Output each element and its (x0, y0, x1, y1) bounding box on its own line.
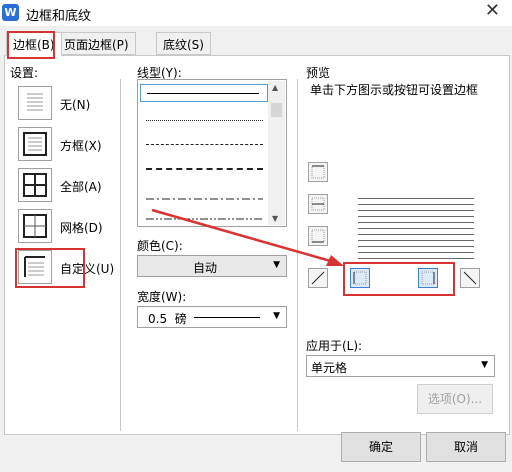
setting-all-label[interactable]: 全部(A) (60, 178, 102, 195)
close-icon[interactable]: ✕ (485, 0, 500, 21)
solid-line-option[interactable] (147, 93, 259, 94)
setting-none-label[interactable]: 无(N) (60, 96, 90, 113)
width-label: 宽度(W): (137, 290, 187, 304)
width-dropdown[interactable]: 0.5 磅 ▼ (137, 306, 287, 328)
scroll-thumb[interactable] (271, 103, 282, 117)
right-border-button[interactable] (418, 268, 438, 288)
app-icon: W (2, 4, 19, 21)
apply-to-label: 应用于(L): (306, 339, 363, 353)
width-value: 0.5 磅 (148, 312, 187, 326)
selected-line-style[interactable] (140, 84, 268, 102)
chevron-down-icon: ▼ (273, 311, 280, 321)
apply-to-dropdown[interactable]: 单元格 ▼ (306, 355, 495, 377)
grid-border-icon[interactable] (18, 209, 52, 243)
preview-page[interactable] (358, 198, 474, 260)
diagonal-up-border-button[interactable] (308, 268, 328, 288)
scroll-down-icon[interactable]: ▼ (272, 214, 278, 223)
apply-to-value: 单元格 (311, 361, 348, 375)
box-border-icon[interactable] (18, 127, 52, 161)
diagonal-down-border-button[interactable] (460, 268, 480, 288)
window-title: 边框和底纹 (26, 9, 92, 24)
setting-box-label[interactable]: 方框(X) (60, 137, 102, 154)
preview-label: 预览 (306, 66, 331, 80)
inside-horizontal-border-button[interactable] (308, 194, 328, 214)
chevron-down-icon: ▼ (273, 260, 280, 270)
color-value: 自动 (193, 261, 218, 275)
left-border-button[interactable] (350, 268, 370, 288)
title-bar: W 边框和底纹 ✕ (0, 0, 512, 26)
divider-right (297, 79, 298, 431)
bottom-border-button[interactable] (308, 226, 328, 246)
settings-label: 设置: (10, 66, 39, 80)
custom-border-icon[interactable] (18, 250, 52, 284)
tab-border[interactable]: 边框(B) (6, 32, 62, 56)
none-border-icon[interactable] (18, 86, 52, 120)
chevron-down-icon: ▼ (481, 360, 488, 370)
top-border-button[interactable] (308, 162, 328, 182)
line-style-list[interactable]: ▲ ▼ (137, 79, 287, 227)
setting-grid-label[interactable]: 网格(D) (60, 219, 103, 236)
line-style-scrollbar[interactable]: ▲ ▼ (268, 81, 285, 225)
setting-custom-label[interactable]: 自定义(U) (60, 260, 114, 277)
divider-left (120, 79, 121, 431)
scroll-up-icon[interactable]: ▲ (272, 83, 278, 92)
all-border-icon[interactable] (18, 168, 52, 202)
dialog-body: 边框(B) 页面边框(P) 底纹(S) 设置: 无(N) 方框(X) 全部(A)… (0, 26, 512, 472)
ok-button[interactable]: 确定 (341, 432, 421, 462)
color-dropdown[interactable]: 自动 ▼ (137, 255, 287, 277)
options-button[interactable]: 选项(O)... (417, 384, 493, 414)
dash-line-option[interactable] (146, 168, 263, 170)
color-label: 颜色(C): (137, 239, 183, 253)
cancel-button[interactable]: 取消 (426, 432, 506, 462)
short-dash-line-option[interactable] (146, 144, 263, 145)
dotted-line-option[interactable] (146, 120, 263, 121)
tab-page-border[interactable]: 页面边框(P) (57, 32, 136, 55)
preview-hint: 单击下方图示或按钮可设置边框 (310, 83, 479, 97)
width-sample-line (194, 317, 260, 318)
tab-shading[interactable]: 底纹(S) (156, 32, 211, 55)
